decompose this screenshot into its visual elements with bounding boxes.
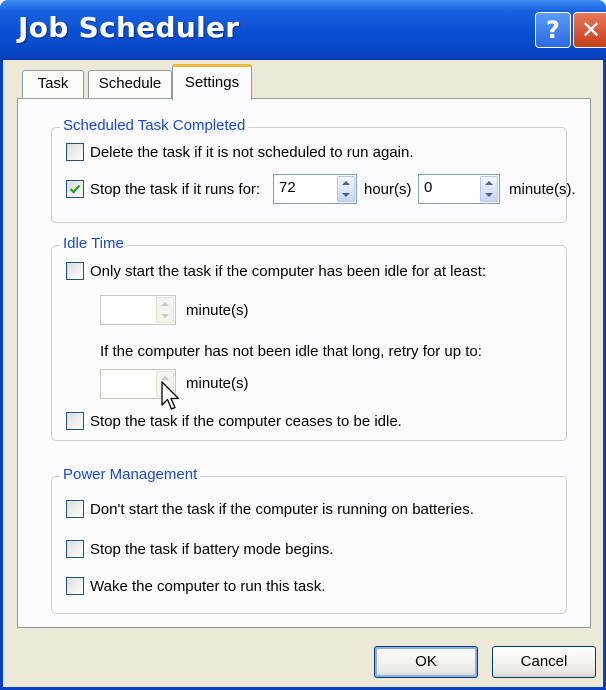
spin-down-icon — [161, 314, 169, 318]
minutes-label: minute(s). — [509, 181, 576, 198]
stop-task-label: Stop the task if it runs for: — [90, 180, 261, 198]
mouse-pointer-icon — [161, 381, 180, 410]
close-button[interactable]: ✕ — [573, 12, 606, 48]
ok-button[interactable]: OK — [374, 646, 478, 678]
spin-up-icon — [161, 302, 169, 306]
delete-task-checkbox[interactable] — [66, 143, 84, 161]
group-legend: Idle Time — [60, 235, 127, 252]
retry-text: If the computer has not been idle that l… — [100, 343, 482, 360]
only-start-idle-row[interactable]: Only start the task if the computer has … — [66, 262, 486, 280]
wake-computer-checkbox[interactable] — [66, 577, 84, 595]
check-mark-icon — [69, 184, 81, 194]
minutes-spin-buttons[interactable] — [480, 176, 498, 202]
idle-minutes-spin-buttons[interactable] — [156, 297, 174, 323]
help-icon: ? — [546, 16, 560, 44]
tab-task[interactable]: Task — [22, 70, 84, 98]
close-icon: ✕ — [580, 16, 602, 44]
idle-minutes-label: minute(s) — [186, 302, 249, 319]
group-legend: Power Management — [60, 466, 201, 483]
wake-computer-label: Wake the computer to run this task. — [90, 577, 326, 595]
delete-task-label: Delete the task if it is not scheduled t… — [90, 143, 414, 161]
no-start-batteries-label: Don't start the task if the computer is … — [90, 500, 474, 518]
delete-task-row[interactable]: Delete the task if it is not scheduled t… — [66, 143, 414, 161]
stop-if-not-idle-row[interactable]: Stop the task if the computer ceases to … — [66, 412, 402, 430]
settings-panel: Scheduled Task Completed Delete the task… — [17, 98, 591, 628]
spin-up-icon — [485, 181, 493, 185]
stop-if-not-idle-label: Stop the task if the computer ceases to … — [90, 412, 402, 430]
stop-battery-mode-label: Stop the task if battery mode begins. — [90, 540, 334, 558]
retry-minutes-label: minute(s) — [186, 375, 249, 392]
minutes-spinner[interactable]: 0 — [418, 174, 500, 204]
group-legend: Scheduled Task Completed — [60, 117, 249, 134]
hours-spin-buttons[interactable] — [337, 176, 355, 202]
hours-spinner[interactable]: 72 — [273, 174, 357, 204]
tab-schedule-label: Schedule — [98, 75, 162, 92]
wake-computer-row[interactable]: Wake the computer to run this task. — [66, 577, 325, 595]
only-start-idle-checkbox[interactable] — [66, 262, 84, 280]
spin-down-icon — [485, 193, 493, 197]
window-title: Job Scheduler — [18, 11, 240, 44]
hours-label: hour(s) — [364, 181, 412, 198]
no-start-batteries-row[interactable]: Don't start the task if the computer is … — [66, 500, 474, 518]
only-start-idle-label: Only start the task if the computer has … — [90, 262, 487, 280]
stop-battery-mode-checkbox[interactable] — [66, 540, 84, 558]
tab-settings-label: Settings — [184, 74, 240, 91]
title-bar[interactable]: Job Scheduler ? ✕ — [0, 0, 606, 60]
hours-value: 72 — [279, 179, 296, 196]
minutes-value: 0 — [424, 179, 433, 196]
spin-up-icon — [161, 376, 169, 380]
spin-up-icon — [342, 181, 350, 185]
stop-task-checkbox[interactable] — [66, 180, 84, 198]
stop-if-not-idle-checkbox[interactable] — [66, 412, 84, 430]
tab-task-label: Task — [37, 75, 69, 92]
stop-task-row[interactable]: Stop the task if it runs for: — [66, 180, 260, 198]
help-button[interactable]: ? — [535, 12, 571, 48]
stop-battery-mode-row[interactable]: Stop the task if battery mode begins. — [66, 540, 333, 558]
tab-schedule[interactable]: Schedule — [88, 70, 172, 98]
cancel-button[interactable]: Cancel — [492, 646, 596, 678]
spin-down-icon — [342, 193, 350, 197]
no-start-batteries-checkbox[interactable] — [66, 500, 84, 518]
tab-settings[interactable]: Settings — [172, 64, 252, 100]
idle-minutes-spinner[interactable] — [100, 295, 176, 325]
